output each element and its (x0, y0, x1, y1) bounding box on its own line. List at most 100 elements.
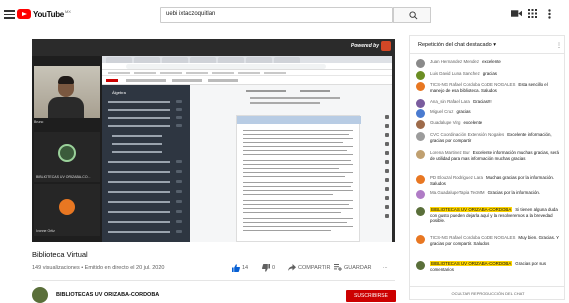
chat-text: Gracias por la información. (487, 190, 541, 195)
chat-author-avatar[interactable] (416, 190, 425, 199)
chat-message: PD Elouzal Rodriguez Lara Muchas gracias … (416, 175, 562, 186)
chat-title[interactable]: Repetición del chat destacado ▾ (418, 42, 496, 48)
chat-author[interactable]: Luis David Luna Sanchez (430, 71, 480, 76)
chat-author-avatar[interactable] (416, 109, 425, 118)
chat-author[interactable]: Miguel Cruz (430, 109, 453, 114)
chat-replay-panel: Repetición del chat destacado ▾ ⋮ Juan H… (409, 35, 565, 300)
chat-more-icon[interactable]: ⋮ (556, 42, 562, 49)
divider (32, 280, 395, 281)
more-actions-button[interactable]: ... (383, 264, 388, 270)
chat-author-avatar[interactable] (416, 150, 425, 159)
hide-chat-button[interactable]: OCULTAR REPRODUCCIÓN DEL CHAT (410, 286, 564, 299)
chat-header: Repetición del chat destacado ▾ ⋮ (410, 36, 564, 54)
chat-author[interactable]: TICS-NG Rafael Cordoba CoDE NOGALES (430, 235, 515, 240)
participant-label: BIBLIOTECAS UV ORIZABA-CO... (36, 175, 91, 179)
participant-avatar (59, 199, 75, 215)
apps-grid-icon[interactable] (528, 9, 537, 18)
chat-text: excelente (463, 120, 483, 125)
chat-author-avatar[interactable] (416, 82, 425, 91)
chat-author-avatar[interactable] (416, 120, 425, 129)
dislike-count: 0 (272, 265, 276, 271)
share-button[interactable]: COMPARTIR (288, 264, 331, 271)
search-button[interactable] (393, 7, 431, 23)
search-input[interactable]: uebi ixtaczoquitlan (160, 7, 393, 23)
youtube-logo[interactable]: YouTube MX (17, 9, 71, 19)
like-button[interactable]: 14 (232, 264, 248, 272)
chat-author[interactable]: TICS-NG Rafael Cordoba CoDE NOGALES (430, 82, 515, 87)
chat-author-avatar[interactable] (416, 207, 425, 216)
chat-message: Guadalupe Virg excelente (416, 120, 562, 129)
video-title: Biblioteca Virtual (32, 250, 88, 259)
save-label: GUARDAR (344, 264, 372, 271)
library-header (102, 76, 392, 85)
chat-message: CVC Coordinación Extensión Nogales Excele… (416, 132, 562, 143)
channel-info[interactable]: BIBLIOTECAS UV ORIZABA-CORDOBA (32, 287, 159, 303)
chat-author[interactable]: PD Elouzal Rodriguez Lara (430, 175, 483, 180)
chat-message: TICS-NG Rafael Cordoba CoDE NOGALES Muy b… (416, 235, 562, 246)
chat-text: gracias (456, 109, 471, 114)
chat-author-avatar[interactable] (416, 59, 425, 68)
chat-author[interactable]: Lorena Martinez Bur (430, 150, 470, 155)
chat-message: TICS-NG Rafael Cordoba CoDE NOGALES Esta … (416, 82, 562, 93)
book-page (236, 115, 361, 242)
book-sidebar-title: Álgebra (112, 90, 126, 95)
dislike-button[interactable]: 0 (262, 264, 275, 272)
chat-text: excelente (482, 59, 501, 64)
presenter-video (34, 66, 100, 118)
chat-author-avatar[interactable] (416, 175, 425, 184)
settings-more-icon[interactable] (548, 9, 551, 19)
chat-message: Miguel Cruz gracias (416, 109, 562, 118)
chat-author[interactable]: BIBLIOTECAS UV ORIZABA-CORDOBA (430, 261, 513, 266)
channel-name[interactable]: BIBLIOTECAS UV ORIZABA-CORDOBA (56, 292, 159, 298)
chat-text: gracias (482, 71, 497, 76)
chat-text: Gracias!!! (472, 99, 492, 104)
chat-message: Juan Hernandez Mendez excelente (416, 59, 562, 68)
shared-screen: Álgebra (102, 56, 392, 242)
subscribe-button[interactable]: SUSCRIBIRSE (346, 290, 396, 302)
chat-author-avatar[interactable] (416, 235, 425, 244)
channel-avatar[interactable] (32, 287, 48, 303)
chat-author[interactable]: Ana_sin Rafael Lara (430, 99, 470, 104)
share-label: COMPARTIR (298, 264, 331, 271)
chat-author-avatar[interactable] (416, 261, 425, 270)
chat-message: BIBLIOTECAS UV ORIZABA-CORDOBA Si tienen … (416, 207, 562, 224)
chat-message: BIBLIOTECAS UV ORIZABA-CORDOBA Gracias po… (416, 261, 562, 272)
video-player[interactable]: Powered by Bruno BIBLIOTECAS UV ORIZABA-… (32, 39, 395, 242)
chat-author-avatar[interactable] (416, 71, 425, 80)
participant-tile: Ivonne Ortiz (34, 184, 100, 236)
top-bar: YouTube MX uebi ixtaczoquitlan (0, 0, 569, 30)
presenter-name: Bruno (34, 120, 44, 124)
browser-address-bar (102, 63, 392, 70)
play-logo-icon (17, 9, 31, 19)
chat-author[interactable]: Guadalupe Virg (430, 120, 460, 125)
powerpoint-logo-icon (381, 41, 391, 51)
chat-author-avatar[interactable] (416, 99, 425, 108)
browser-tabs (102, 56, 392, 63)
chat-message: Ana_sin Rafael Lara Gracias!!! (416, 99, 562, 108)
participant-label: Ivonne Ortiz (36, 229, 55, 233)
chat-message: Lorena Martinez Bur Excelente información… (416, 150, 562, 161)
chat-author[interactable]: BIBLIOTECAS UV ORIZABA-CORDOBA (430, 207, 513, 212)
reader-toolbar (385, 115, 390, 223)
menu-icon[interactable] (4, 10, 15, 19)
like-count: 14 (242, 265, 249, 271)
create-video-icon[interactable] (511, 9, 522, 18)
share-icon (288, 264, 296, 271)
thumbs-down-icon (262, 264, 270, 272)
book-reader (190, 85, 392, 242)
more-actions-label: ... (383, 264, 388, 270)
thumbs-up-icon (232, 264, 240, 272)
book-sidebar: Álgebra (102, 85, 190, 242)
chat-author[interactable]: Ma.GuadalupeTapia TecMM (430, 190, 485, 195)
participant-tile: BIBLIOTECAS UV ORIZABA-CO... (34, 132, 100, 182)
participant-avatar (58, 144, 76, 162)
video-meta: 149 visualizaciones • Emitido en directo… (32, 265, 165, 271)
chat-author-avatar[interactable] (416, 132, 425, 141)
logo-region: MX (64, 9, 71, 14)
save-button[interactable]: GUARDAR (334, 264, 372, 271)
chat-author[interactable]: CVC Coordinación Extensión Nogales (430, 132, 504, 137)
chat-message: Luis David Luna Sanchez gracias (416, 71, 562, 80)
chat-author[interactable]: Juan Hernandez Mendez (430, 59, 479, 64)
chat-message: Ma.GuadalupeTapia TecMM Gracias por la in… (416, 190, 562, 199)
participants-panel: Bruno BIBLIOTECAS UV ORIZABA-CO... Ivonn… (32, 56, 102, 242)
